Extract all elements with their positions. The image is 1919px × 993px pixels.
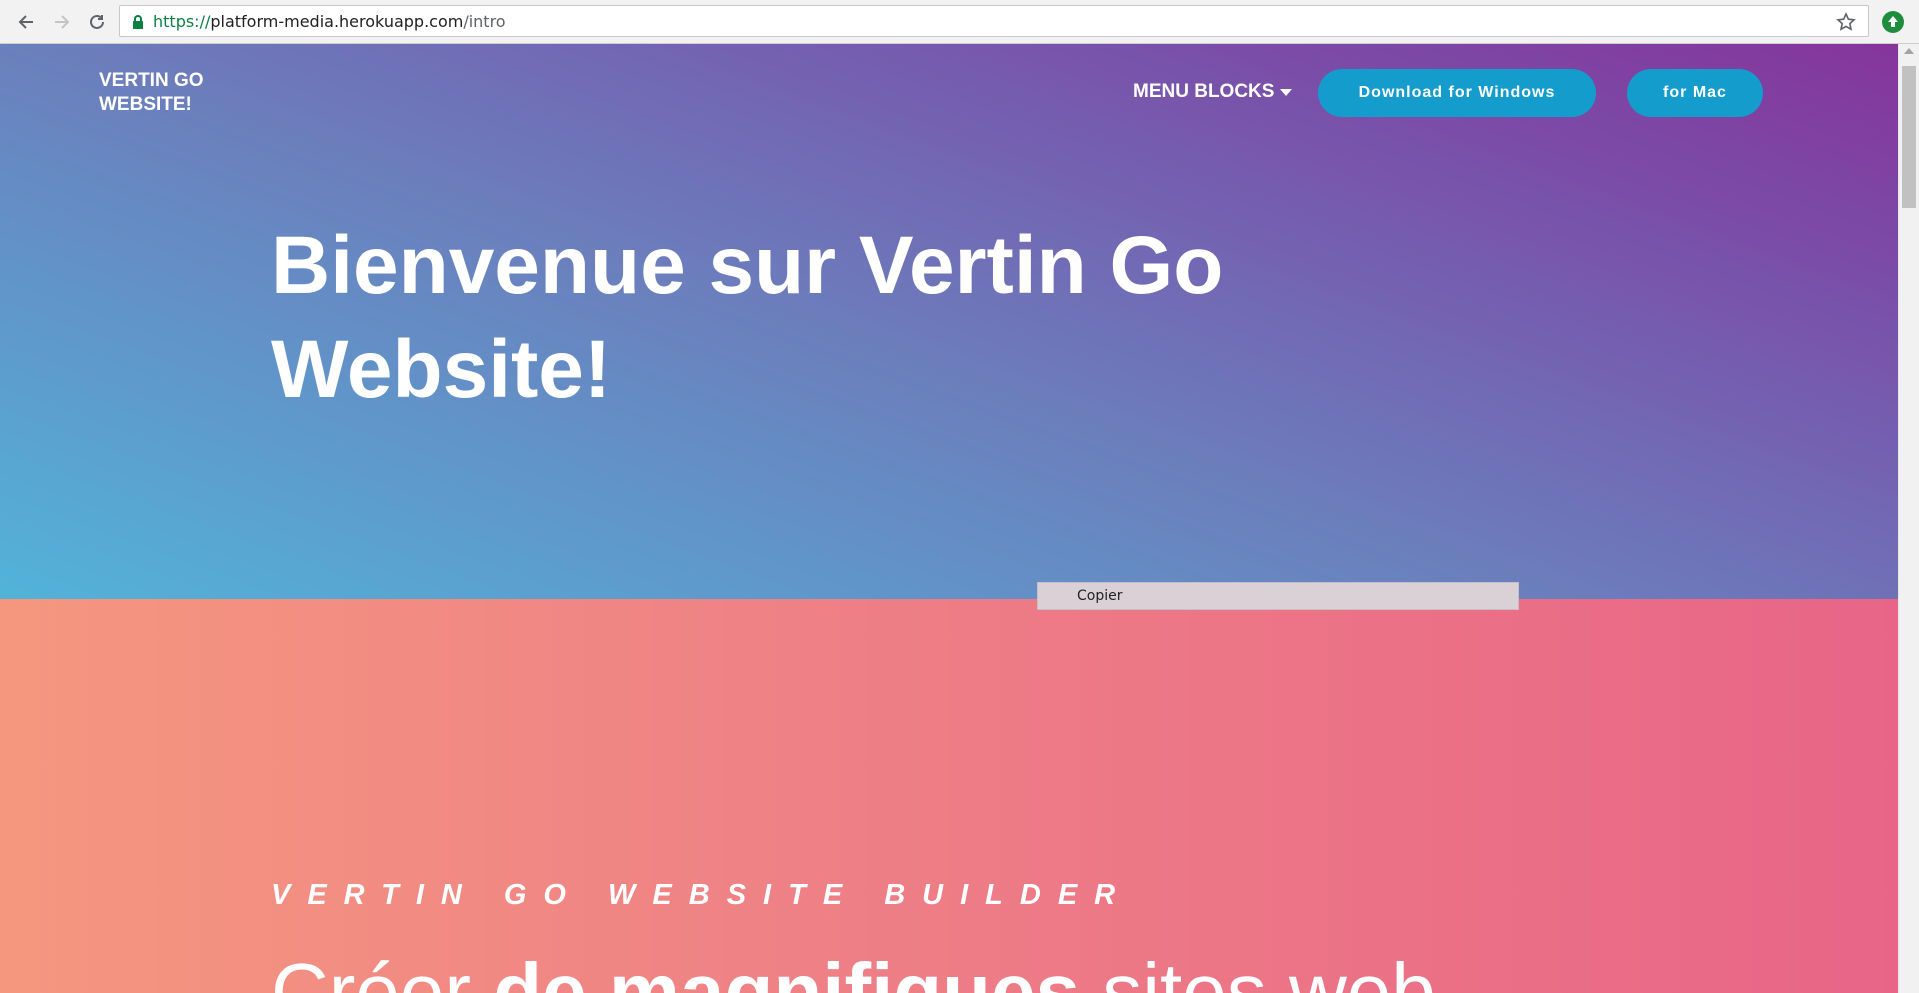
arrow-left-icon [18, 15, 33, 29]
vertical-scrollbar[interactable] [1898, 44, 1919, 993]
page-viewport: VERTIN GO WEBSITE! MENU BLOCKS Download … [0, 44, 1898, 993]
reload-button[interactable] [85, 10, 109, 34]
tagline-bold: de magnifiques [493, 947, 1081, 993]
caret-down-icon [1280, 88, 1293, 96]
browser-toolbar: https://platform-media.herokuapp.com/int… [0, 0, 1919, 44]
brand-logo[interactable]: VERTIN GO WEBSITE! [99, 69, 229, 117]
hero-section: VERTIN GO WEBSITE! MENU BLOCKS Download … [0, 44, 1898, 599]
reload-icon [90, 14, 104, 29]
download-windows-button[interactable]: Download for Windows [1318, 69, 1596, 117]
tagline-part-2: sites web [1080, 947, 1436, 993]
arrow-right-icon [55, 15, 70, 29]
context-menu-copy[interactable]: Copier [1077, 588, 1123, 604]
url-scheme: https:// [153, 12, 211, 31]
url-text: https://platform-media.herokuapp.com/int… [153, 12, 506, 31]
bookmark-star-icon[interactable] [1836, 12, 1856, 32]
arrow-up-icon [1888, 16, 1898, 27]
extension-upload-icon[interactable] [1882, 11, 1904, 33]
builder-section: VERTIN GO WEBSITE BUILDER Créer de magni… [0, 599, 1898, 993]
back-button[interactable] [14, 10, 38, 34]
section-tagline: Créer de magnifiques sites web [271, 952, 1436, 993]
scroll-thumb[interactable] [1902, 66, 1916, 208]
tagline-part-1: Créer [271, 947, 494, 993]
address-bar[interactable]: https://platform-media.herokuapp.com/int… [119, 5, 1869, 37]
hero-title: Bienvenue sur Vertin Go Website! [271, 220, 1224, 415]
lock-icon [133, 15, 143, 29]
scroll-up-icon[interactable] [1904, 48, 1914, 54]
menu-blocks-dropdown[interactable]: MENU BLOCKS [1133, 81, 1293, 103]
section-eyebrow: VERTIN GO WEBSITE BUILDER [271, 879, 1133, 911]
url-path: /intro [463, 12, 506, 31]
url-host: platform-media.herokuapp.com [210, 12, 464, 31]
download-mac-button[interactable]: for Mac [1627, 69, 1763, 117]
context-menu: Copier [1037, 582, 1519, 610]
menu-blocks-label: MENU BLOCKS [1133, 81, 1275, 102]
forward-button[interactable] [50, 10, 74, 34]
